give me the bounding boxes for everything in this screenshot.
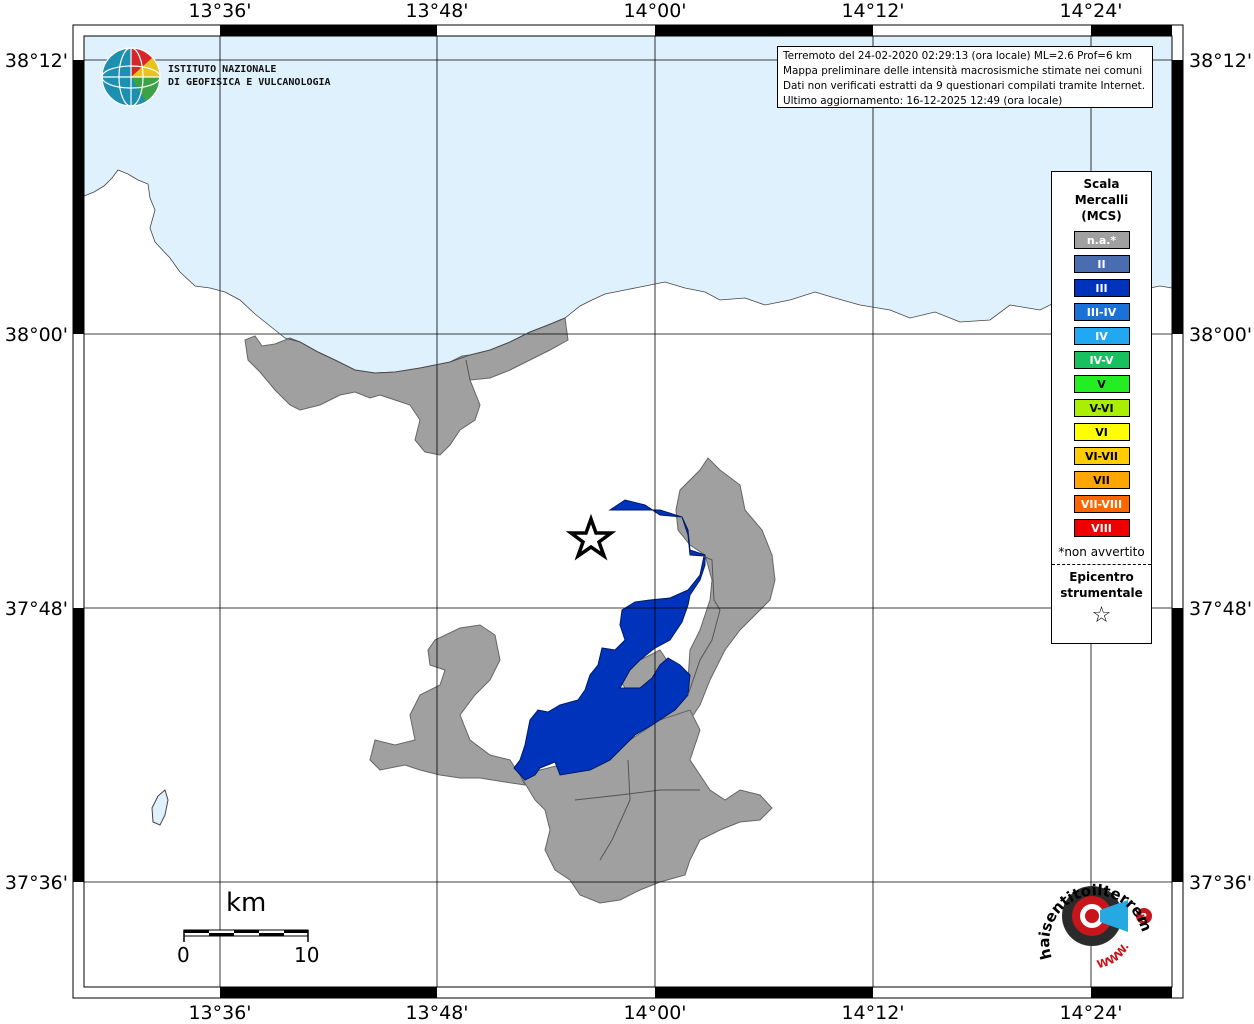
institute-name-line: DI GEOFISICA E VULCANOLOGIA [168,77,331,88]
legend-item: VII [1073,471,1130,489]
svg-text:haisentitoilterremoto.it: haisentitoilterremoto.it [1022,858,1156,961]
legend-title-line: Mercalli [1074,193,1129,207]
legend-item: III-IV [1073,303,1130,321]
legend-item: VI [1073,423,1130,441]
legend-note: *non avvertito [1058,545,1145,559]
institute-name-line: ISTITUTO NAZIONALE [168,64,277,75]
legend-epicentre-label: Epicentro strumentale [1052,569,1151,601]
lat-label-right: 38°12' [1189,50,1252,72]
event-info-box: Terremoto del 24-02-2020 02:29:13 (ora l… [777,46,1153,108]
event-info-line: Ultimo aggiornamento: 16-12-2025 12:49 (… [783,95,1063,107]
lon-label-top: 13°48' [405,0,468,22]
lon-label-bottom: 13°48' [405,1002,468,1024]
legend-item: n.a.* [1073,231,1130,249]
lon-label-top: 14°24' [1059,0,1122,22]
intensity-legend: Scala Mercalli (MCS) n.a.* II III III-IV IV I… [1051,171,1152,644]
lat-label-right: 38°00' [1189,324,1252,346]
legend-divider [1052,564,1151,565]
lat-label-left: 37°36' [5,872,68,894]
lat-label-right: 37°36' [1189,872,1252,894]
legend-epicentre-line: strumentale [1060,586,1143,600]
lon-label-bottom: 14°12' [841,1002,904,1024]
legend-item: IV [1073,327,1130,345]
lon-label-top: 13°36' [188,0,251,22]
legend-item: III [1073,279,1130,297]
badge-site-text: haisentitoilterremoto.it [1022,858,1156,961]
legend-epicentre-line: Epicentro [1069,570,1134,584]
event-info-line: Dati non verificati estratti da 9 questi… [783,80,1146,92]
badge-www-text: WWW. [1095,941,1131,971]
lon-label-bottom: 14°24' [1059,1002,1122,1024]
lon-label-top: 14°12' [841,0,904,22]
lon-label-bottom: 13°36' [188,1002,251,1024]
scale-min: 0 [177,943,190,967]
legend-title-line: (MCS) [1081,209,1122,223]
legend-item: VII-VIII [1073,495,1130,513]
lon-label-bottom: 14°00' [623,1002,686,1024]
legend-item: V-VI [1073,399,1130,417]
lat-label-left: 38°00' [5,324,68,346]
lat-label-left: 38°12' [5,50,68,72]
legend-item: V [1073,375,1130,393]
legend-item: VIII [1073,519,1130,537]
legend-item: VI-VII [1073,447,1130,465]
scale-max: 10 [294,943,320,967]
legend-items: n.a.* II III III-IV IV IV-V V V-VI VI VI-VII VII VI… [1052,231,1151,537]
event-info-line: Mappa preliminare delle intensità macros… [783,65,1143,77]
haisentito-badge-text: haisentitoilterremoto.it WWW. [1022,858,1156,971]
legend-item: IV-V [1073,351,1130,369]
legend-title: Scala Mercalli (MCS) [1052,176,1151,224]
legend-star-icon: ☆ [1091,603,1112,628]
legend-title-line: Scala [1083,177,1120,191]
lat-label-left: 37°48' [5,598,68,620]
lat-label-right: 37°48' [1189,598,1252,620]
svg-text:WWW.: WWW. [1095,941,1131,971]
scale-unit: km [226,888,267,918]
lon-label-top: 14°00' [623,0,686,22]
institute-name: ISTITUTO NAZIONALE DI GEOFISICA E VULCAN… [168,63,331,89]
ingv-logo-icon [101,47,161,107]
legend-item: II [1073,255,1130,273]
event-info-line: Terremoto del 24-02-2020 02:29:13 (ora l… [783,50,1133,62]
